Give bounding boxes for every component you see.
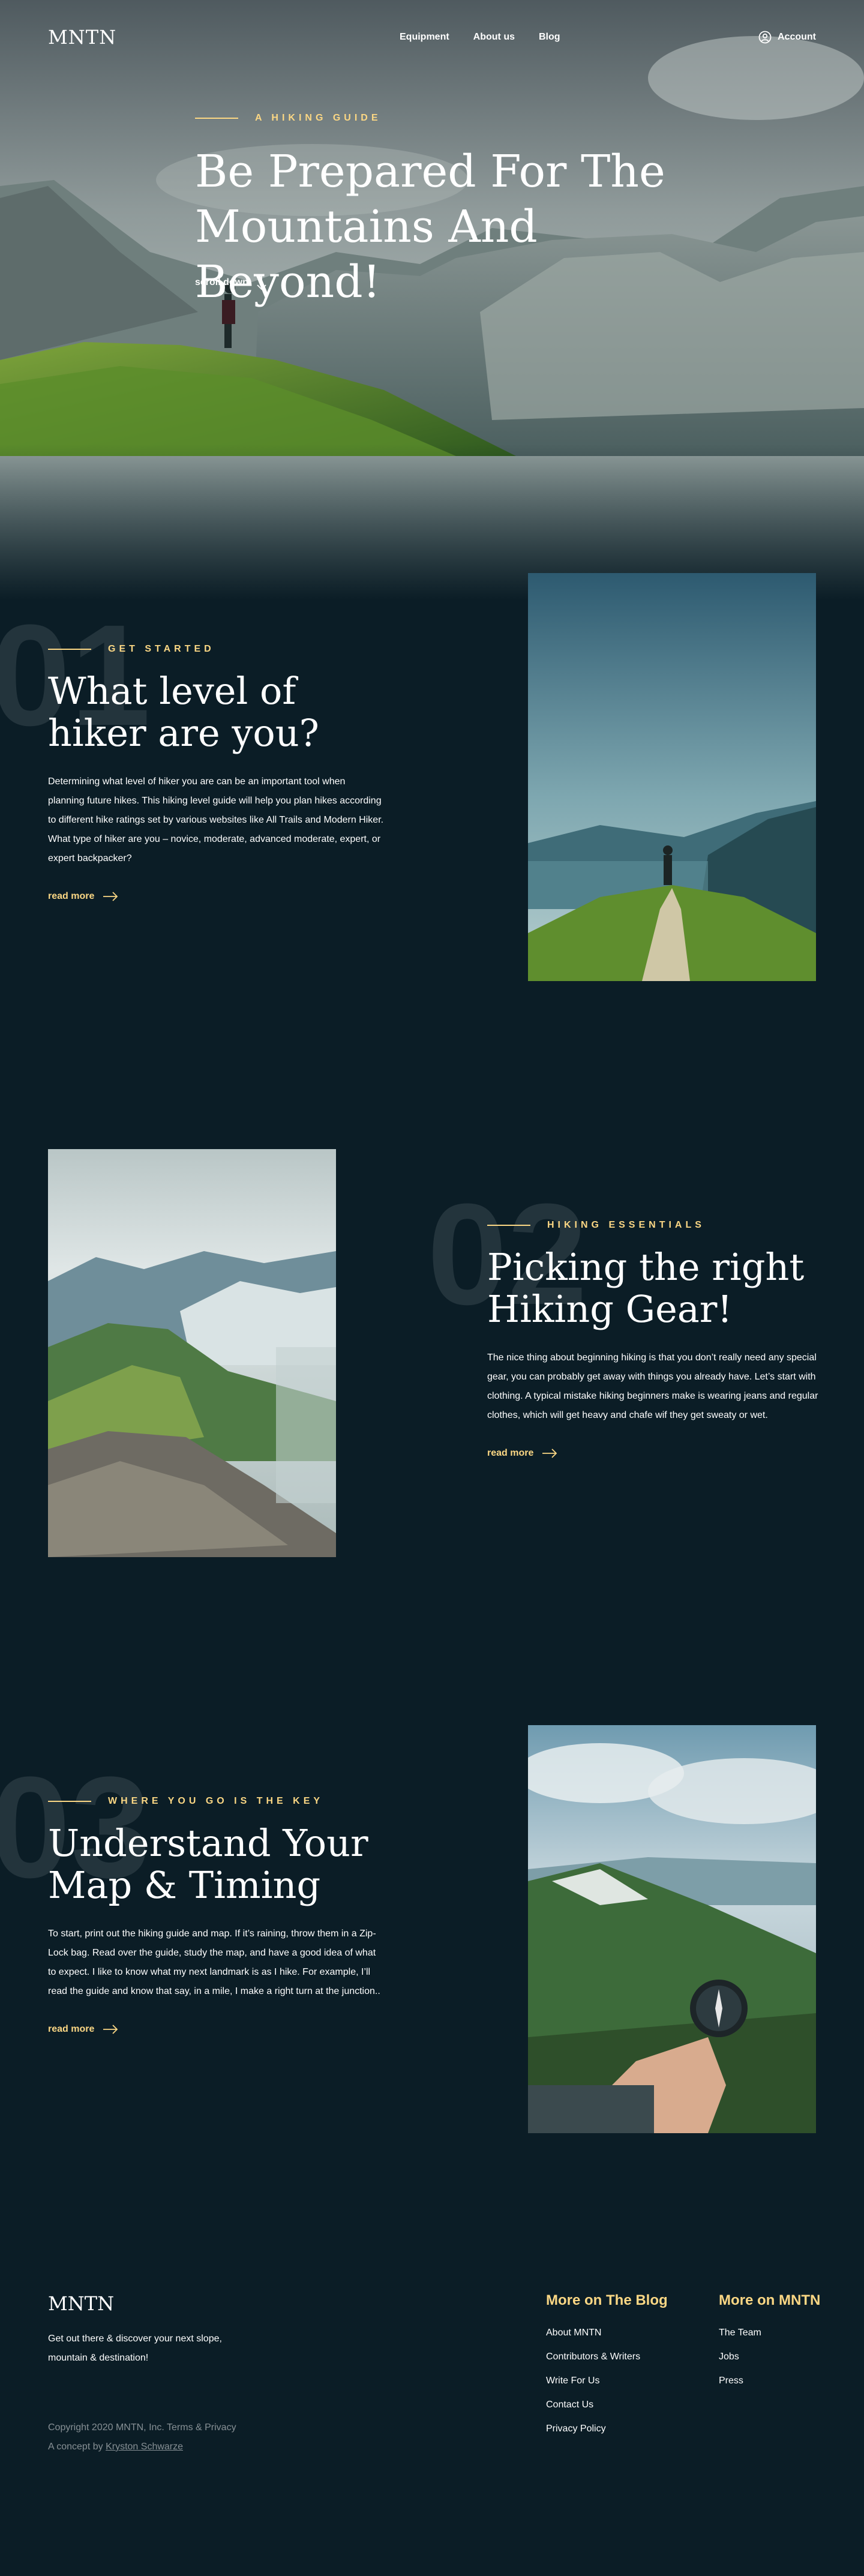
read-more-label: read more: [48, 2024, 95, 2034]
scroll-down-link[interactable]: scroll down: [195, 275, 266, 290]
footer-copyright: Copyright 2020 MNTN, Inc. Terms & Privac…: [48, 2422, 236, 2433]
arrow-right-icon: [103, 892, 118, 901]
footer-link-team[interactable]: The Team: [719, 2321, 820, 2345]
section-hiking-essentials: 02 Hiking Essentials Picking the right H…: [0, 1149, 864, 1563]
hero-eyebrow-text: A Hiking guide: [255, 113, 382, 123]
footer-copyright-block: Copyright 2020 MNTN, Inc. Terms & Privac…: [48, 2418, 236, 2457]
footer-logo[interactable]: MNTN: [48, 2292, 114, 2315]
section-eyebrow: Get Started: [48, 644, 384, 655]
nav-link-equipment[interactable]: Equipment: [400, 32, 449, 43]
section-eyebrow: Hiking Essentials: [487, 1220, 823, 1231]
footer-mntn-heading: More on MNTN: [719, 2292, 821, 2308]
eyebrow-line: [48, 649, 91, 650]
footer-link-about[interactable]: About MNTN: [546, 2321, 668, 2345]
nav-link-blog[interactable]: Blog: [539, 32, 560, 43]
section-get-started: 01 Get Started What level of hiker are y…: [0, 573, 864, 987]
footer-link-contact[interactable]: Contact Us: [546, 2393, 668, 2417]
footer-blog-list: About MNTN Contributors & Writers Write …: [546, 2321, 668, 2441]
footer-concept-author-link[interactable]: Kryston Schwarze: [106, 2442, 183, 2452]
nav-link-about[interactable]: About us: [473, 32, 515, 43]
section-text: Hiking Essentials Picking the right Hiki…: [487, 1220, 823, 1459]
footer-blog-heading: More on The Blog: [546, 2292, 668, 2308]
section-title: What level of hiker are you?: [48, 669, 319, 755]
footer-tagline: Get out there & discover your next slope…: [48, 2334, 222, 2363]
section-title: Understand Your Map & Timing: [48, 1821, 368, 1907]
read-more-link[interactable]: read more: [48, 891, 384, 902]
section-map-timing: 03 where you go is the key Understand Yo…: [0, 1725, 864, 2139]
section-eyebrow: where you go is the key: [48, 1796, 384, 1807]
section-body: Determining what level of hiker you are …: [48, 776, 384, 863]
site-logo[interactable]: MNTN: [48, 26, 116, 49]
scroll-down-label: scroll down: [195, 277, 248, 287]
compass-in-hand-photo: [528, 1725, 816, 2133]
eyebrow-line: [195, 118, 238, 119]
account-icon: [758, 31, 772, 44]
footer-concept-prefix: A concept by: [48, 2442, 103, 2452]
read-more-link[interactable]: read more: [487, 1448, 823, 1459]
section-eyebrow-text: where you go is the key: [108, 1796, 324, 1806]
account-link[interactable]: Account: [758, 31, 816, 44]
hero: MNTN Equipment About us Blog Account A H…: [0, 0, 864, 600]
section-title: Picking the right Hiking Gear!: [487, 1245, 805, 1331]
read-more-link[interactable]: read more: [48, 2024, 384, 2035]
mountain-cliff-photo: [48, 1149, 336, 1557]
footer-link-contributors[interactable]: Contributors & Writers: [546, 2345, 668, 2369]
arrow-right-icon: [103, 2025, 118, 2034]
read-more-label: read more: [487, 1448, 534, 1458]
section-eyebrow-text: Get Started: [108, 644, 215, 654]
hero-title: Be Prepared For The Mountains And Beyond…: [195, 146, 665, 308]
section-eyebrow-text: Hiking Essentials: [547, 1220, 705, 1230]
eyebrow-line: [48, 1801, 91, 1802]
hiker-trail-photo: [528, 573, 816, 981]
footer-concept: A concept by Kryston Schwarze: [48, 2437, 236, 2457]
footer-mntn-list: The Team Jobs Press: [719, 2321, 820, 2393]
footer-link-write-for-us[interactable]: Write For Us: [546, 2369, 668, 2393]
section-text: where you go is the key Understand Your …: [48, 1796, 384, 2035]
arrow-right-icon: [542, 1449, 557, 1458]
hero-content: A Hiking guide Be Prepared For The Mount…: [195, 113, 735, 310]
eyebrow-line: [487, 1225, 530, 1226]
section-body: The nice thing about beginning hiking is…: [487, 1353, 818, 1420]
footer: MNTN Get out there & discover your next …: [0, 2292, 864, 2576]
top-navigation: MNTN Equipment About us Blog Account: [48, 25, 816, 49]
footer-link-privacy[interactable]: Privacy Policy: [546, 2417, 668, 2441]
footer-link-jobs[interactable]: Jobs: [719, 2345, 820, 2369]
footer-link-press[interactable]: Press: [719, 2369, 820, 2393]
account-label: Account: [778, 32, 816, 42]
arrow-down-icon: [257, 275, 266, 290]
hero-eyebrow: A Hiking guide: [195, 113, 735, 124]
section-text: Get Started What level of hiker are you?…: [48, 644, 384, 902]
footer-mntn-column: More on MNTN The Team Jobs Press: [719, 2292, 820, 2393]
nav-links: Equipment About us Blog: [400, 32, 560, 43]
read-more-label: read more: [48, 891, 95, 901]
section-body: To start, print out the hiking guide and…: [48, 1929, 380, 1996]
footer-blog-column: More on The Blog About MNTN Contributors…: [546, 2292, 668, 2441]
